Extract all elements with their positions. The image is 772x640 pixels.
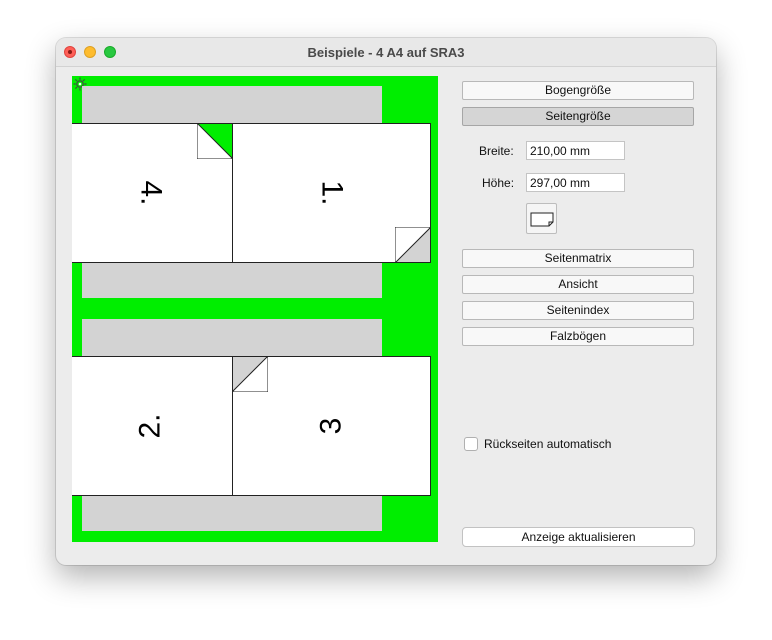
seitenmatrix-button[interactable]: Seitenmatrix bbox=[462, 249, 694, 268]
falzboegen-button[interactable]: Falzbögen bbox=[462, 327, 694, 346]
ansicht-button[interactable]: Ansicht bbox=[462, 275, 694, 294]
title-bar: Beispiele - 4 A4 auf SRA3 bbox=[56, 38, 716, 67]
height-label: Höhe: bbox=[482, 176, 515, 190]
imposition-preview[interactable]: 4. 1. 2. 3 bbox=[72, 76, 438, 542]
fold-corner-icon bbox=[395, 227, 430, 262]
update-view-button[interactable]: Anzeige aktualisieren bbox=[462, 527, 695, 547]
page-number-1: 1. bbox=[315, 180, 349, 206]
fold-corner-icon bbox=[233, 357, 268, 392]
width-label: Breite: bbox=[479, 144, 514, 158]
auto-backsides-label[interactable]: Rückseiten automatisch bbox=[484, 437, 611, 451]
seitengroesse-button[interactable]: Seitengröße bbox=[462, 107, 694, 126]
page-number-4: 4. bbox=[134, 180, 168, 206]
fold-corner-icon bbox=[197, 124, 232, 159]
auto-backsides-checkbox[interactable] bbox=[464, 437, 478, 451]
page-2[interactable]: 2. bbox=[72, 356, 233, 496]
height-field[interactable]: 297,00 mm bbox=[526, 173, 625, 192]
page-4[interactable]: 4. bbox=[72, 123, 233, 263]
page-1[interactable]: 1. bbox=[232, 123, 431, 263]
bogengroesse-button[interactable]: Bogengröße bbox=[462, 81, 694, 100]
page-3[interactable]: 3 bbox=[232, 356, 431, 496]
dialog-window: Beispiele - 4 A4 auf SRA3 4. 1. 2. 3 Bog… bbox=[56, 38, 716, 565]
window-title: Beispiele - 4 A4 auf SRA3 bbox=[307, 45, 465, 60]
seitenindex-button[interactable]: Seitenindex bbox=[462, 301, 694, 320]
page-number-3: 3 bbox=[314, 417, 348, 435]
page-orientation-button[interactable] bbox=[526, 203, 557, 234]
width-field[interactable]: 210,00 mm bbox=[526, 141, 625, 160]
page-number-2: 2. bbox=[133, 413, 167, 439]
page-orientation-icon bbox=[530, 212, 554, 227]
